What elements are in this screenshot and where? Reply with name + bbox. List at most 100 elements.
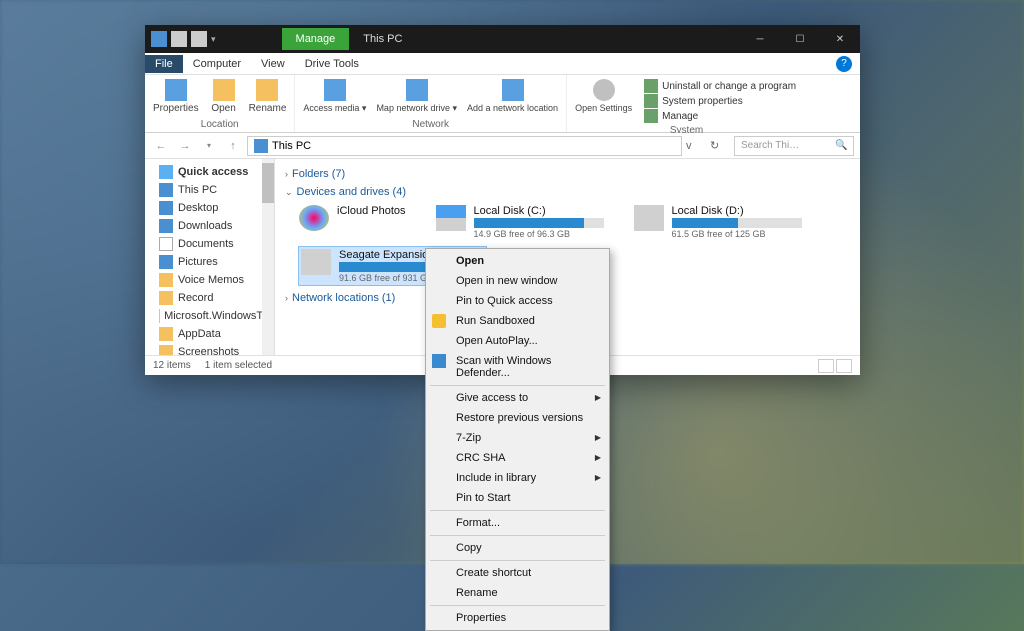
ctx-crc-sha[interactable]: CRC SHA▶ bbox=[426, 448, 609, 468]
nav-appdata[interactable]: AppData bbox=[145, 325, 274, 343]
manage-tab[interactable]: Manage bbox=[282, 28, 350, 50]
add-location-button[interactable]: Add a network location bbox=[463, 77, 562, 119]
nav-documents[interactable]: Documents bbox=[145, 235, 274, 253]
ctx-autoplay[interactable]: Open AutoPlay... bbox=[426, 331, 609, 351]
minimize-button[interactable]: ─ bbox=[740, 25, 780, 53]
selected-count: 1 item selected bbox=[205, 360, 272, 371]
drive-free-text: 61.5 GB free of 125 GB bbox=[672, 229, 802, 239]
details-view-icon[interactable] bbox=[818, 359, 834, 373]
navigation-pane[interactable]: Quick access This PC Desktop Downloads D… bbox=[145, 159, 275, 355]
manage-button[interactable]: Manage bbox=[644, 109, 796, 123]
submenu-arrow-icon: ▶ bbox=[595, 433, 601, 442]
refresh-dropdown[interactable]: v bbox=[686, 140, 706, 152]
nav-desktop[interactable]: Desktop bbox=[145, 199, 274, 217]
open-button[interactable]: Open bbox=[205, 77, 243, 119]
forward-button[interactable]: → bbox=[175, 136, 195, 156]
disk-icon bbox=[634, 205, 664, 231]
nav-screenshots[interactable]: Screenshots bbox=[145, 343, 274, 355]
ctx-rename[interactable]: Rename bbox=[426, 583, 609, 603]
refresh-button[interactable]: ↻ bbox=[710, 139, 730, 152]
ctx-include-library[interactable]: Include in library▶ bbox=[426, 468, 609, 488]
ribbon-group-system: Open Settings Uninstall or change a prog… bbox=[567, 75, 806, 132]
ctx-run-sandboxed[interactable]: Run Sandboxed bbox=[426, 311, 609, 331]
nav-label: Voice Memos bbox=[178, 274, 244, 286]
disk-icon bbox=[436, 205, 466, 231]
drive-d[interactable]: Local Disk (D:) 61.5 GB free of 125 GB bbox=[634, 205, 802, 239]
rename-button[interactable]: Rename bbox=[245, 77, 291, 119]
ctx-separator bbox=[430, 560, 605, 561]
ctx-properties[interactable]: Properties bbox=[426, 608, 609, 628]
nav-voice-memos[interactable]: Voice Memos bbox=[145, 271, 274, 289]
nav-scrollbar[interactable] bbox=[262, 159, 274, 355]
maximize-button[interactable]: ☐ bbox=[780, 25, 820, 53]
pictures-icon bbox=[159, 255, 173, 269]
uninstall-label: Uninstall or change a program bbox=[662, 81, 796, 92]
ctx-give-access[interactable]: Give access to▶ bbox=[426, 388, 609, 408]
ctx-open-new-window[interactable]: Open in new window bbox=[426, 271, 609, 291]
ctx-restore-versions[interactable]: Restore previous versions bbox=[426, 408, 609, 428]
ctx-copy[interactable]: Copy bbox=[426, 538, 609, 558]
nav-label: Documents bbox=[178, 238, 234, 250]
nav-this-pc[interactable]: This PC bbox=[145, 181, 274, 199]
add-location-label: Add a network location bbox=[467, 103, 558, 113]
titlebar[interactable]: ▾ Manage This PC ─ ☐ ✕ bbox=[145, 25, 860, 53]
ctx-defender[interactable]: Scan with Windows Defender... bbox=[426, 351, 609, 383]
open-label: Open bbox=[211, 103, 235, 114]
folder-icon bbox=[159, 345, 173, 355]
address-path[interactable]: This PC bbox=[247, 136, 682, 156]
qat-file-icon[interactable] bbox=[171, 31, 187, 47]
view-menu[interactable]: View bbox=[251, 55, 295, 73]
nav-record[interactable]: Record bbox=[145, 289, 274, 307]
help-icon[interactable]: ? bbox=[836, 56, 852, 72]
submenu-arrow-icon: ▶ bbox=[595, 393, 601, 402]
map-drive-button[interactable]: Map network drive ▾ bbox=[372, 77, 461, 119]
nav-ms-windows[interactable]: Microsoft.WindowsTe bbox=[145, 307, 274, 325]
ctx-open[interactable]: Open bbox=[426, 251, 609, 271]
path-text: This PC bbox=[272, 140, 311, 152]
computer-menu[interactable]: Computer bbox=[183, 55, 251, 73]
ctx-7zip[interactable]: 7-Zip▶ bbox=[426, 428, 609, 448]
nav-pictures[interactable]: Pictures bbox=[145, 253, 274, 271]
open-settings-label: Open Settings bbox=[575, 103, 632, 113]
drive-icloud[interactable]: iCloud Photos bbox=[299, 205, 406, 239]
explorer-icon[interactable] bbox=[151, 31, 167, 47]
access-media-button[interactable]: Access media ▾ bbox=[299, 77, 370, 119]
ribbon-group-network: Access media ▾ Map network drive ▾ Add a… bbox=[295, 75, 567, 132]
nav-label: Downloads bbox=[178, 220, 232, 232]
devices-section[interactable]: ⌄Devices and drives (4) bbox=[285, 183, 850, 201]
open-settings-button[interactable]: Open Settings bbox=[571, 77, 636, 125]
ctx-separator bbox=[430, 535, 605, 536]
nav-downloads[interactable]: Downloads bbox=[145, 217, 274, 235]
qat-file-icon[interactable] bbox=[191, 31, 207, 47]
drive-c[interactable]: Local Disk (C:) 14.9 GB free of 96.3 GB bbox=[436, 205, 604, 239]
close-button[interactable]: ✕ bbox=[820, 25, 860, 53]
nav-label: Pictures bbox=[178, 256, 218, 268]
sys-props-button[interactable]: System properties bbox=[644, 94, 796, 108]
nav-scroll-thumb[interactable] bbox=[262, 163, 274, 203]
back-button[interactable]: ← bbox=[151, 136, 171, 156]
drive-name: Local Disk (D:) bbox=[672, 205, 802, 217]
uninstall-button[interactable]: Uninstall or change a program bbox=[644, 79, 796, 93]
window-title: This PC bbox=[349, 33, 416, 45]
ctx-pin-start[interactable]: Pin to Start bbox=[426, 488, 609, 508]
ctx-format[interactable]: Format... bbox=[426, 513, 609, 533]
file-menu[interactable]: File bbox=[145, 55, 183, 73]
folders-section[interactable]: ›Folders (7) bbox=[285, 165, 850, 183]
defender-icon bbox=[432, 354, 446, 368]
search-input[interactable]: Search Thi… 🔍 bbox=[734, 136, 854, 156]
nav-quick-access[interactable]: Quick access bbox=[145, 163, 274, 181]
ribbon: Properties Open Rename Location Access m… bbox=[145, 75, 860, 133]
manage-icon bbox=[644, 109, 658, 123]
ctx-create-shortcut[interactable]: Create shortcut bbox=[426, 563, 609, 583]
qat-dropdown-icon[interactable]: ▾ bbox=[211, 34, 216, 45]
ctx-pin-quick-access[interactable]: Pin to Quick access bbox=[426, 291, 609, 311]
drive-name: iCloud Photos bbox=[337, 205, 406, 217]
up-button[interactable]: ↑ bbox=[223, 136, 243, 156]
section-label: Network locations (1) bbox=[292, 292, 395, 304]
properties-button[interactable]: Properties bbox=[149, 77, 203, 119]
drive-name: Local Disk (C:) bbox=[474, 205, 604, 217]
recent-dropdown[interactable]: ▾ bbox=[199, 136, 219, 156]
tiles-view-icon[interactable] bbox=[836, 359, 852, 373]
sandboxie-icon bbox=[432, 314, 446, 328]
drive-tools-menu[interactable]: Drive Tools bbox=[295, 55, 369, 73]
